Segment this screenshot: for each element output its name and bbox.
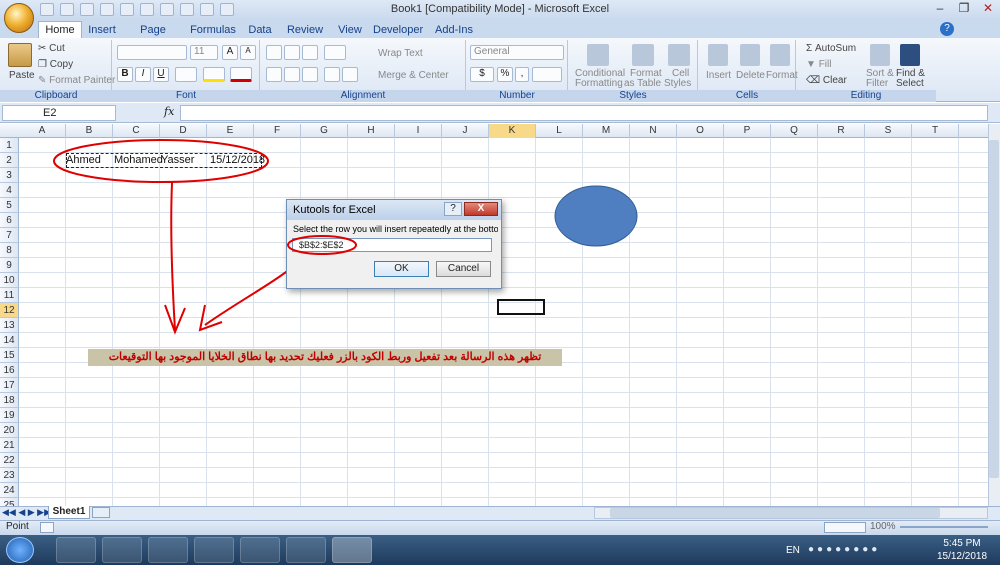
taskbar-skype-icon[interactable] bbox=[286, 537, 326, 563]
oval-shape[interactable] bbox=[554, 185, 638, 247]
taskbar-excel-icon[interactable] bbox=[332, 537, 372, 563]
language-indicator[interactable]: EN bbox=[786, 545, 800, 556]
vertical-scroll-thumb[interactable] bbox=[989, 140, 999, 478]
taskbar-media-player-icon[interactable] bbox=[102, 537, 142, 563]
taskbar-calculator-icon[interactable] bbox=[56, 537, 96, 563]
system-tray-icons[interactable]: ●●●●●●●● bbox=[808, 544, 918, 556]
office-button[interactable] bbox=[4, 3, 34, 33]
macro-record-icon[interactable] bbox=[40, 522, 54, 533]
start-button[interactable] bbox=[6, 537, 34, 563]
clock-time[interactable]: 5:45 PM bbox=[930, 538, 994, 549]
zoom-slider[interactable] bbox=[900, 526, 988, 528]
taskbar-firefox-icon[interactable] bbox=[194, 537, 234, 563]
zoom-level[interactable]: 100% bbox=[870, 521, 896, 532]
dialog-close-button[interactable]: X bbox=[464, 202, 498, 216]
taskbar-app-icon[interactable] bbox=[240, 537, 280, 563]
insert-sheet-icon[interactable] bbox=[92, 507, 110, 518]
dialog-help-button[interactable]: ? bbox=[444, 202, 462, 216]
horizontal-scroll-thumb[interactable] bbox=[610, 508, 940, 518]
sheet-nav-arrows[interactable]: ◀◀ ◀ ▶ ▶▶ bbox=[2, 507, 51, 518]
clock-date[interactable]: 15/12/2018 bbox=[930, 551, 994, 562]
taskbar-explorer-icon[interactable] bbox=[148, 537, 188, 563]
cancel-button[interactable]: Cancel bbox=[436, 261, 491, 277]
sheet-tab-sheet1[interactable]: Sheet1 bbox=[48, 506, 90, 519]
highlight-oval-cells bbox=[53, 139, 269, 183]
range-highlight-oval bbox=[287, 235, 357, 255]
arrow-down bbox=[164, 182, 186, 335]
status-mode: Point bbox=[6, 521, 29, 532]
annotation-note: تظهر هذه الرسالة بعد تفعيل وربط الكود با… bbox=[88, 349, 562, 366]
view-buttons[interactable] bbox=[824, 522, 866, 533]
ok-button[interactable]: OK bbox=[374, 261, 429, 277]
